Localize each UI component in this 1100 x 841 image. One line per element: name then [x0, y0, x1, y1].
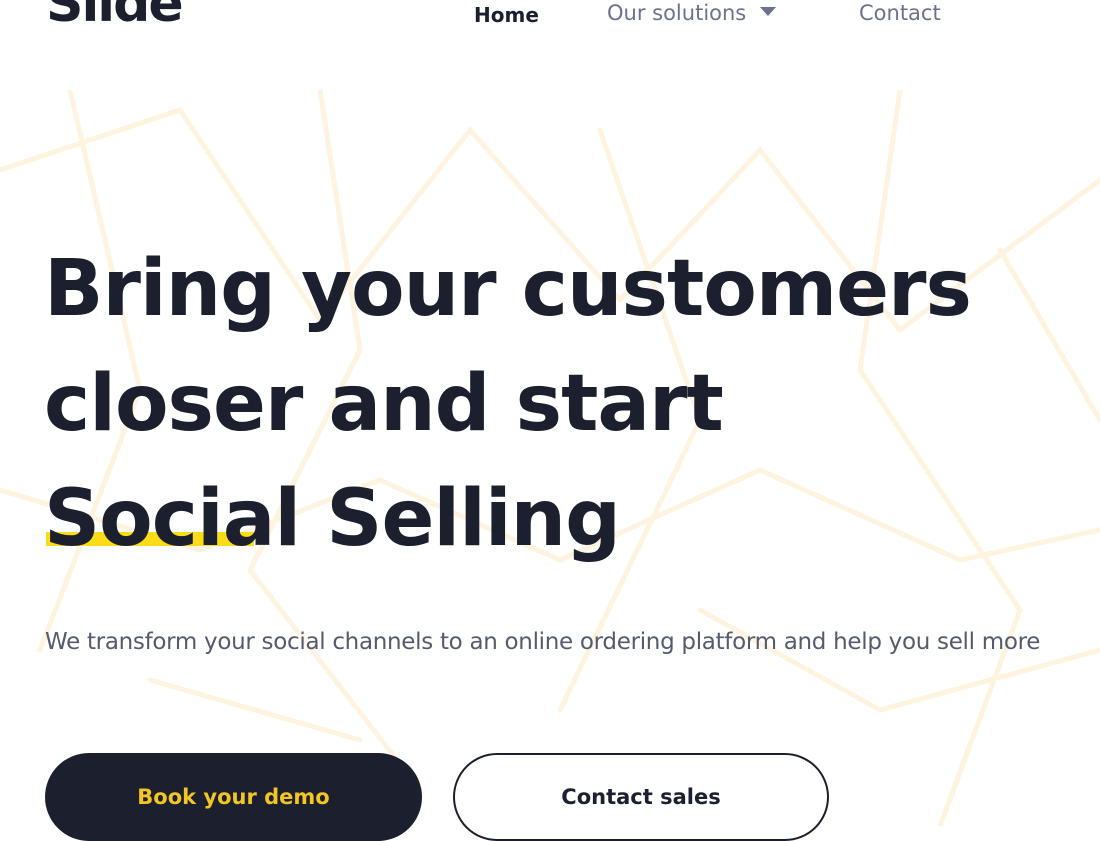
hero-title-highlight-text: Social — [44, 474, 301, 564]
hero-title-line-2: closer and start — [44, 359, 724, 449]
hero-title: Bring your customers closer and start So… — [44, 232, 972, 577]
book-demo-button[interactable]: Book your demo — [45, 753, 422, 841]
hero-title-line-3-rest: Selling — [300, 474, 621, 564]
nav-item-our-solutions[interactable]: Our solutions — [607, 1, 777, 25]
nav-item-contact[interactable]: Contact — [859, 1, 941, 25]
hero-title-line-1: Bring your customers — [44, 244, 972, 334]
contact-sales-button[interactable]: Contact sales — [453, 753, 829, 841]
main-nav: Home Our solutions Contact — [0, 0, 1100, 40]
nav-item-our-solutions-label: Our solutions — [607, 1, 747, 25]
hero-title-highlight: Social — [44, 462, 301, 577]
nav-item-home[interactable]: Home — [474, 3, 539, 27]
chevron-down-icon — [760, 7, 777, 16]
hero-subtitle: We transform your social channels to an … — [45, 629, 1041, 655]
hero-title-line-3: Social Selling — [44, 462, 971, 577]
